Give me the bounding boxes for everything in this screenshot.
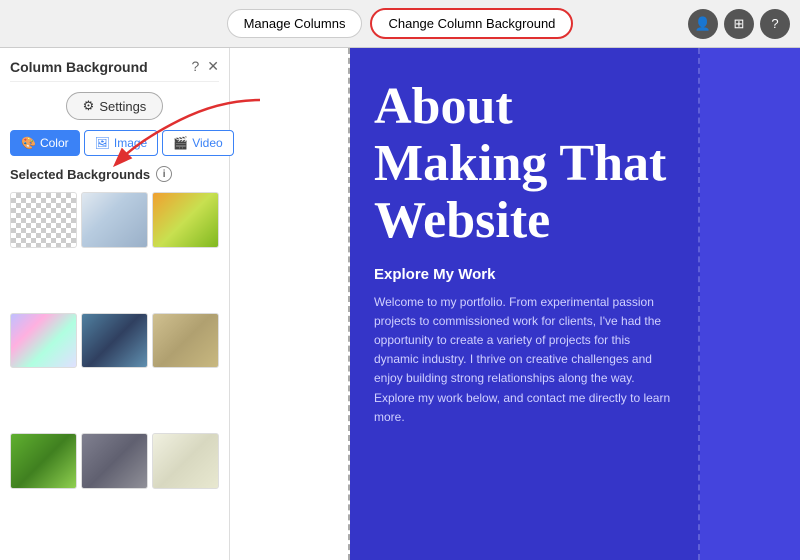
- main-subtitle: Explore My Work: [374, 266, 674, 283]
- bg-green-thumb[interactable]: [10, 433, 77, 489]
- info-icon[interactable]: i: [156, 166, 172, 182]
- video-tab-icon: 🎬: [173, 136, 188, 150]
- person-icon-button[interactable]: 👤: [688, 9, 718, 39]
- bg-sculpture-thumb[interactable]: [81, 313, 148, 369]
- settings-label: Settings: [99, 99, 146, 114]
- tab-row: 🎨 Color 🖼 Image 🎬 Video: [10, 130, 219, 156]
- bg-fruit-thumb[interactable]: [152, 192, 219, 248]
- main-title: AboutMaking ThatWebsite: [374, 78, 674, 250]
- panel-header: Column Background ? ✕: [10, 58, 219, 82]
- settings-gear-icon: ⚙: [83, 98, 95, 114]
- bg-sand-thumb[interactable]: [152, 313, 219, 369]
- panel-help-icon[interactable]: ?: [191, 58, 199, 75]
- settings-button[interactable]: ⚙ Settings: [66, 92, 164, 120]
- change-column-background-button[interactable]: Change Column Background: [370, 8, 573, 39]
- bg-snow-thumb[interactable]: [81, 192, 148, 248]
- bg-concrete-thumb[interactable]: [81, 433, 148, 489]
- image-tab[interactable]: 🖼 Image: [84, 130, 159, 156]
- bg-none-thumb[interactable]: [10, 192, 77, 248]
- manage-columns-button[interactable]: Manage Columns: [227, 9, 363, 38]
- main-content: AboutMaking ThatWebsite Explore My Work …: [230, 48, 800, 560]
- color-tab-label: Color: [40, 136, 69, 150]
- background-grid: [10, 192, 219, 550]
- center-column: AboutMaking ThatWebsite Explore My Work …: [350, 48, 700, 560]
- help-icon-button[interactable]: ?: [760, 9, 790, 39]
- video-tab[interactable]: 🎬 Video: [162, 130, 233, 156]
- panel-header-icons: ? ✕: [191, 58, 219, 75]
- panel-close-icon[interactable]: ✕: [207, 58, 219, 75]
- color-tab-icon: 🎨: [21, 136, 36, 150]
- main-body: Welcome to my portfolio. From experiment…: [374, 293, 674, 427]
- column-background-panel: Column Background ? ✕ ⚙ Settings 🎨 Color…: [0, 48, 230, 560]
- image-tab-label: Image: [114, 136, 147, 150]
- color-tab[interactable]: 🎨 Color: [10, 130, 80, 156]
- bg-product-thumb[interactable]: [152, 433, 219, 489]
- selected-backgrounds-label: Selected Backgrounds i: [10, 166, 219, 182]
- image-tab-icon: 🖼: [95, 136, 110, 150]
- bg-holographic-thumb[interactable]: [10, 313, 77, 369]
- section-label-text: Selected Backgrounds: [10, 167, 150, 182]
- top-bar: Manage Columns Change Column Background …: [0, 0, 800, 48]
- top-icon-group: 👤 ⊞ ?: [688, 9, 790, 39]
- video-tab-label: Video: [192, 136, 222, 150]
- panel-title: Column Background: [10, 59, 148, 75]
- left-column: [230, 48, 350, 560]
- grid-icon-button[interactable]: ⊞: [724, 9, 754, 39]
- right-column: [700, 48, 800, 560]
